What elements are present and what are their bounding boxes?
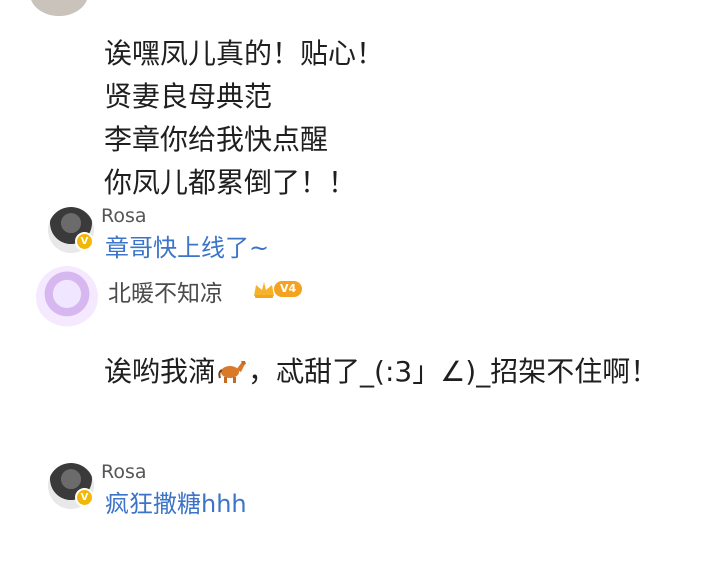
comment-text: 诶哟我滴 ，忒甜了_(:3」∠)_招架不住啊！ [104,350,694,394]
horse-icon [218,361,247,383]
vip-level: V4 [274,281,303,297]
avatar[interactable] [36,266,98,328]
verified-badge: V [75,232,94,251]
comment-line: 李章你给我快点醒 [104,123,329,156]
reply-2[interactable]: V Rosa 疯狂撒糖hhh [48,461,688,523]
vip-badge: V4 [252,279,303,299]
top-comment-text: 诶嘿凤儿真的！贴心！ 贤妻良母典范 李章你给我快点醒 你凤儿都累倒了！！ [104,32,384,204]
comment-username[interactable]: 北暖不知凉 [108,274,223,308]
comment-line: 贤妻良母典范 [104,80,273,113]
reply-1[interactable]: V Rosa 章哥快上线了~ [48,205,688,267]
comment-text-after: ，忒甜了_(:3」∠)_招架不住啊！ [248,355,659,388]
reply-text: 章哥快上线了~ [105,234,270,262]
comment-line: 诶嘿凤儿真的！贴心！ [104,37,385,70]
top-avatar[interactable] [30,0,88,16]
reply-username[interactable]: Rosa [101,461,147,483]
reply-username[interactable]: Rosa [101,205,147,227]
comment-line: 你凤儿都累倒了！！ [104,166,357,199]
crown-icon [254,282,274,298]
comment-text-before: 诶哟我滴 [104,355,217,388]
verified-badge: V [75,488,94,507]
reply-text: 疯狂撒糖hhh [105,490,247,518]
